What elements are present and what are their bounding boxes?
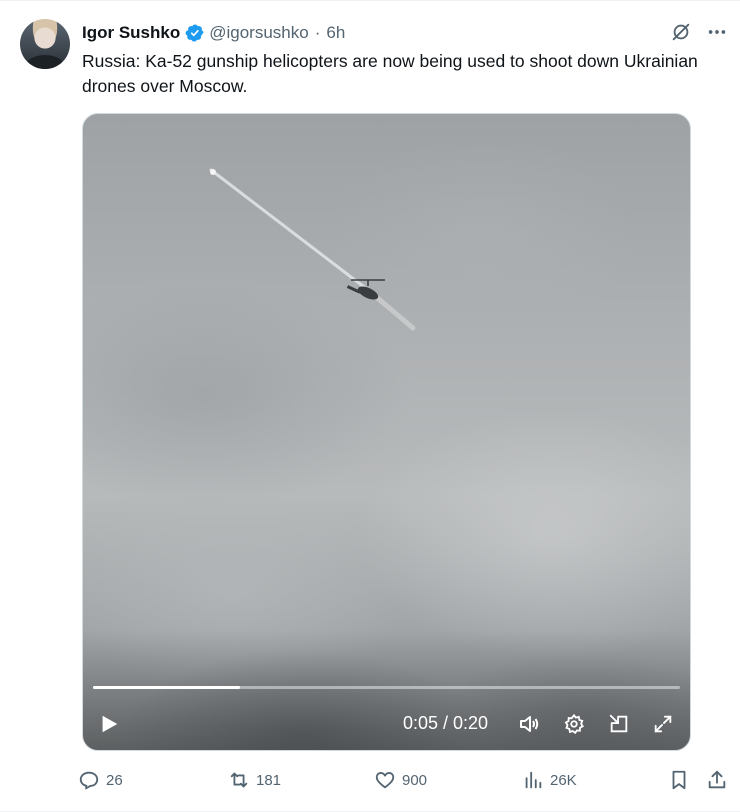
top-right-actions <box>670 21 728 43</box>
share-icon <box>708 770 726 789</box>
volume-icon[interactable] <box>516 711 542 737</box>
share-button[interactable] <box>706 765 728 795</box>
video-controls: 0:05 / 0:20 <box>83 706 690 742</box>
reply-count: 26 <box>106 771 123 789</box>
like-button[interactable]: 900 <box>374 765 427 795</box>
dock-icon[interactable] <box>606 711 632 737</box>
play-icon[interactable] <box>97 712 121 736</box>
more-icon[interactable] <box>706 21 728 43</box>
video-player[interactable]: 0:05 / 0:20 <box>82 113 691 751</box>
video-time-readout: 0:05 / 0:20 <box>403 713 489 733</box>
views-button[interactable]: 26K <box>522 765 577 795</box>
reply-button[interactable]: 26 <box>78 765 123 795</box>
display-name[interactable]: Igor Sushko <box>82 23 180 43</box>
fullscreen-icon[interactable] <box>650 711 676 737</box>
settings-icon[interactable] <box>561 711 587 737</box>
avatar[interactable] <box>20 19 70 69</box>
view-count: 26K <box>550 771 577 789</box>
reply-icon <box>79 771 99 790</box>
heart-icon <box>375 772 395 789</box>
repost-icon <box>230 772 248 788</box>
bookmark-icon <box>672 770 686 790</box>
like-count: 900 <box>402 771 428 789</box>
separator-dot: · <box>314 23 321 42</box>
author-handle[interactable]: @igorsushko <box>209 23 308 43</box>
repost-button[interactable]: 181 <box>228 765 281 795</box>
video-progress-fill <box>93 686 240 689</box>
tweet-text: Russia: Ka-52 gunship helicopters are no… <box>82 51 698 96</box>
verified-badge-icon[interactable] <box>185 23 205 43</box>
views-icon <box>525 771 542 789</box>
repost-count: 181 <box>256 771 282 789</box>
tweet-actions: 26 181 900 26K <box>78 765 728 795</box>
grok-icon[interactable] <box>670 21 692 43</box>
bookmark-button[interactable] <box>668 765 690 795</box>
timestamp[interactable]: 6h <box>326 23 345 43</box>
tweet-header: Igor Sushko @igorsushko · 6h <box>82 21 345 45</box>
tweet-card[interactable]: Igor Sushko @igorsushko · 6h Russia: Ka-… <box>0 0 740 812</box>
video-progress-bar[interactable] <box>93 686 680 689</box>
